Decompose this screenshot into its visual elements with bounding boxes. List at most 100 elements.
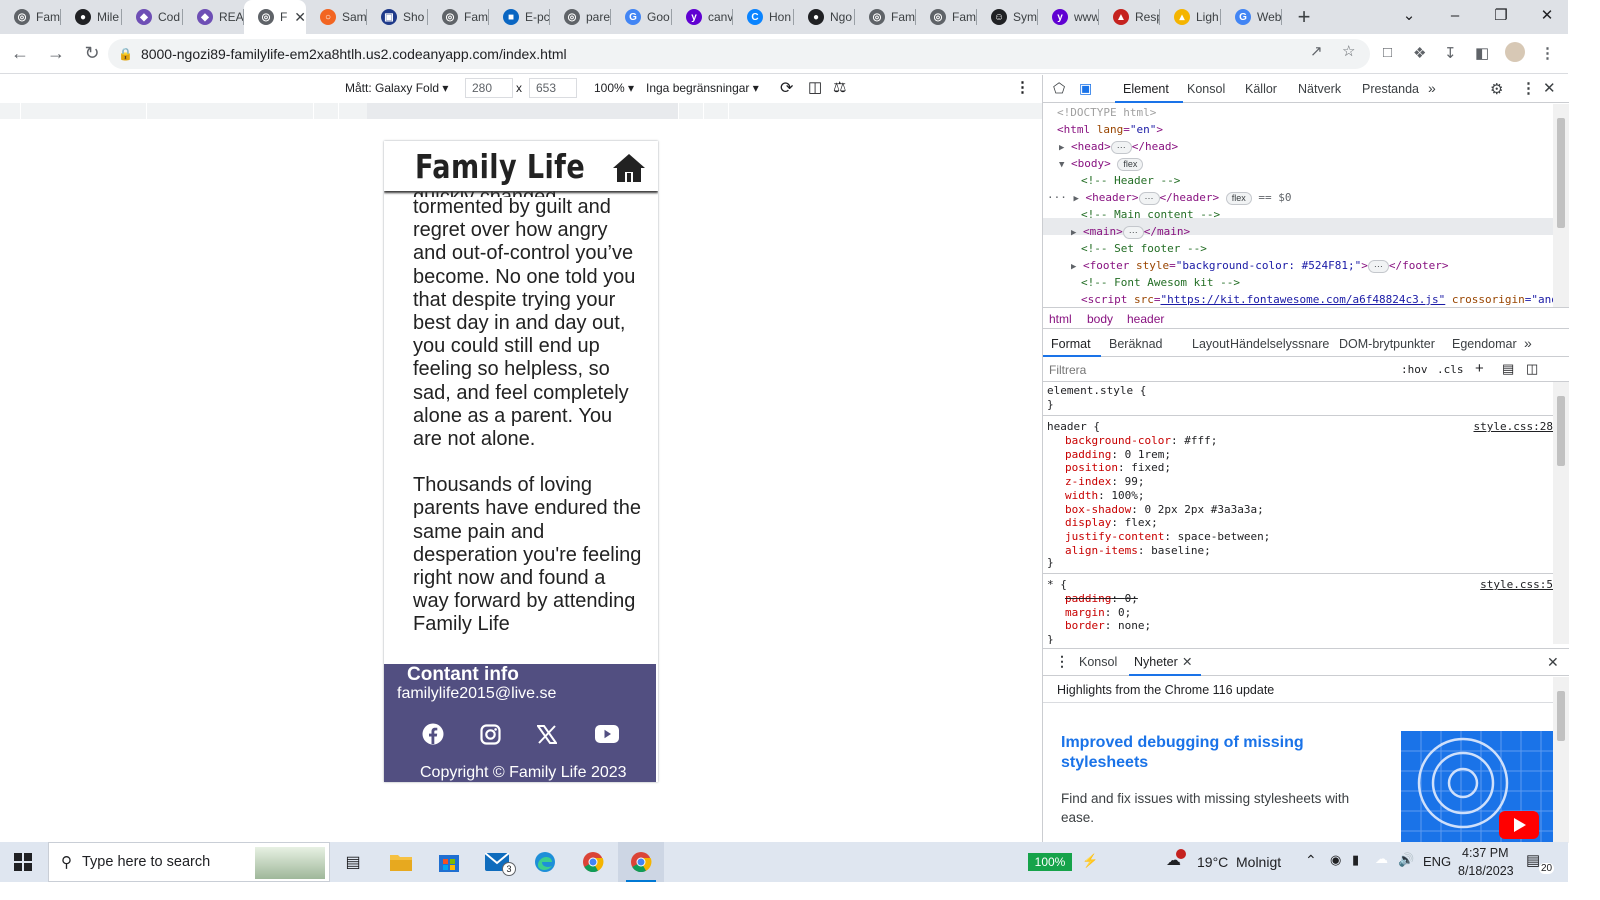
throttle-select[interactable]: Inga begränsningar ▾ xyxy=(646,81,759,95)
share-icon[interactable]: ↗ xyxy=(1310,42,1323,60)
window-close-button[interactable]: ✕ xyxy=(1524,0,1570,30)
breadcrumb-body[interactable]: body xyxy=(1087,312,1113,326)
close-nyheter-tab-icon[interactable]: ✕ xyxy=(1182,654,1192,669)
browser-tab[interactable]: C Hon xyxy=(733,0,794,34)
css-property[interactable]: z-index: 99; xyxy=(1065,475,1144,489)
hov-toggle[interactable]: :hov xyxy=(1401,363,1428,376)
dom-comment[interactable]: <!-- Header --> xyxy=(1081,172,1180,189)
drawer-tab-nyheter[interactable]: Nyheter xyxy=(1134,655,1178,669)
dom-html-node[interactable]: <html lang="en"> xyxy=(1057,121,1163,138)
styles-filter-input[interactable] xyxy=(1049,361,1389,379)
extensions-puzzle-icon[interactable]: ❖ xyxy=(1413,44,1426,62)
ruler-segment[interactable] xyxy=(678,103,679,119)
news-scrollbar[interactable] xyxy=(1553,677,1569,843)
browser-tab[interactable]: ◎ pare xyxy=(550,0,611,34)
browser-tab[interactable]: ☺ Sym xyxy=(977,0,1038,34)
browser-tab[interactable]: ◎ Fam xyxy=(0,0,61,34)
cls-toggle[interactable]: .cls xyxy=(1437,363,1464,376)
browser-tab[interactable]: ◎ F ✕ xyxy=(244,0,306,34)
css-property[interactable]: position: fixed; xyxy=(1065,461,1171,475)
styles-scrollbar[interactable] xyxy=(1553,382,1569,644)
news-video-thumbnail[interactable] xyxy=(1401,731,1553,843)
bookmark-star-icon[interactable]: ☆ xyxy=(1342,42,1355,60)
star-rule-selector[interactable]: * { xyxy=(1047,578,1067,592)
expand-arrow-icon[interactable]: ▶ xyxy=(1071,228,1076,238)
tab-layout[interactable]: Layout xyxy=(1192,337,1230,351)
browser-tab[interactable]: ▣ Sho xyxy=(367,0,428,34)
dom-doctype[interactable]: <!DOCTYPE html> xyxy=(1057,104,1156,121)
tab-konsol[interactable]: Konsol xyxy=(1187,82,1225,96)
new-tab-button[interactable]: + xyxy=(1286,4,1322,30)
device-width-input[interactable] xyxy=(465,78,513,98)
flex-badge[interactable]: flex xyxy=(1117,158,1144,171)
clock-date[interactable]: 8/18/2023 xyxy=(1458,864,1514,878)
dom-scrollbar-thumb[interactable] xyxy=(1557,118,1565,228)
ruler-segment[interactable] xyxy=(338,103,339,119)
news-card-title[interactable]: Improved debugging of missing stylesheet… xyxy=(1061,733,1361,773)
sensors-icon[interactable]: ⚖ xyxy=(833,78,846,96)
more-tabs-chevron-icon[interactable]: » xyxy=(1428,80,1436,96)
instagram-icon[interactable] xyxy=(477,721,503,747)
header-rule-source-link[interactable]: style.css:28 xyxy=(1474,420,1553,434)
devtools-menu-icon[interactable]: ⋮ xyxy=(1521,79,1536,97)
styles-scrollbar-thumb[interactable] xyxy=(1557,396,1565,466)
dom-comment[interactable]: <!-- Set footer --> xyxy=(1081,240,1207,257)
expand-arrow-icon[interactable]: ▶ xyxy=(1059,143,1064,153)
dom-comment[interactable]: <!-- Font Awesom kit --> xyxy=(1081,274,1240,291)
node-actions-icon[interactable]: ··· xyxy=(1047,191,1067,204)
edge-icon[interactable] xyxy=(522,842,568,882)
css-property[interactable]: box-shadow: 0 2px 2px #3a3a3a; xyxy=(1065,503,1264,517)
browser-tab[interactable]: ▲ Resp xyxy=(1099,0,1160,34)
tab-dom-brytpunkter[interactable]: DOM-brytpunkter xyxy=(1339,337,1435,351)
footer-email[interactable]: familylife2015@live.se xyxy=(397,685,556,703)
device-more-icon[interactable]: ⋮ xyxy=(1015,78,1030,96)
dom-script-node[interactable]: <script src="https://kit.fontawesome.com… xyxy=(1081,291,1553,307)
device-toggle-icon[interactable]: ▣ xyxy=(1079,80,1092,97)
ruler-segment[interactable] xyxy=(728,103,729,119)
css-property[interactable]: background-color: #fff; xyxy=(1065,434,1217,448)
minimize-button[interactable]: – xyxy=(1432,0,1478,30)
device-select[interactable]: Mått: Galaxy Fold ▾ xyxy=(345,81,448,95)
x-icon[interactable] xyxy=(534,721,560,747)
css-property[interactable]: margin: 0; xyxy=(1065,606,1131,620)
inspect-element-icon[interactable]: ⬠ xyxy=(1053,80,1065,97)
rotate-icon[interactable]: ⟳ xyxy=(780,78,793,98)
task-view-icon[interactable]: ▤ xyxy=(330,842,376,882)
taskbar-search-box[interactable]: ⚲ Type here to search xyxy=(48,842,330,882)
address-bar[interactable]: 🔒 8000-ngozi89-familylife-em2xa8htlh.us2… xyxy=(108,39,1370,69)
profile-avatar[interactable] xyxy=(1505,42,1525,62)
ruler-segment[interactable] xyxy=(703,103,704,119)
browser-tab[interactable]: G Web xyxy=(1221,0,1282,34)
element-style-selector[interactable]: element.style { xyxy=(1047,384,1146,398)
battery-icon[interactable]: ▮ xyxy=(1352,852,1359,868)
new-rule-plus-icon[interactable]: + xyxy=(1475,360,1484,377)
download-icon[interactable]: ↧ xyxy=(1444,44,1457,62)
news-scrollbar-thumb[interactable] xyxy=(1557,691,1565,741)
tab-egendomar[interactable]: Egendomar xyxy=(1452,337,1517,351)
ruler-segment[interactable] xyxy=(146,103,147,119)
tab-handelselyssnare[interactable]: Händelselyssnare xyxy=(1230,337,1329,351)
browser-menu-icon[interactable]: ⋮ xyxy=(1540,44,1555,62)
drawer-tab-konsol[interactable]: Konsol xyxy=(1079,655,1117,669)
tab-close-icon[interactable]: ✕ xyxy=(294,9,306,26)
media-query-bar[interactable] xyxy=(0,103,1042,119)
script-src-link[interactable]: "https://kit.fontawesome.com/a6f48824c3.… xyxy=(1160,293,1445,306)
css-property[interactable]: padding: 0 1rem; xyxy=(1065,448,1171,462)
reload-button[interactable]: ↻ xyxy=(76,38,108,70)
settings-gear-icon[interactable]: ⚙ xyxy=(1490,80,1503,98)
tab-prestanda[interactable]: Prestanda xyxy=(1362,82,1419,96)
flex-badge[interactable]: flex xyxy=(1225,192,1252,205)
tab-natverk[interactable]: Nätverk xyxy=(1298,82,1341,96)
restore-button[interactable]: ❐ xyxy=(1478,0,1524,30)
tab-element[interactable]: Element xyxy=(1123,82,1169,96)
dom-scrollbar[interactable] xyxy=(1553,104,1569,307)
dual-screen-icon[interactable]: ◫ xyxy=(808,78,822,96)
css-property[interactable]: display: flex; xyxy=(1065,516,1158,530)
mail-icon[interactable]: 3 xyxy=(474,842,520,882)
browser-tab[interactable]: ◎ Fam xyxy=(428,0,489,34)
browser-tab[interactable]: ▴ Ligh xyxy=(1160,0,1221,34)
volume-icon[interactable]: 🔊 xyxy=(1398,852,1414,868)
facebook-icon[interactable] xyxy=(420,721,446,747)
file-explorer-icon[interactable] xyxy=(378,842,424,882)
more-style-tabs-icon[interactable]: » xyxy=(1524,335,1532,351)
